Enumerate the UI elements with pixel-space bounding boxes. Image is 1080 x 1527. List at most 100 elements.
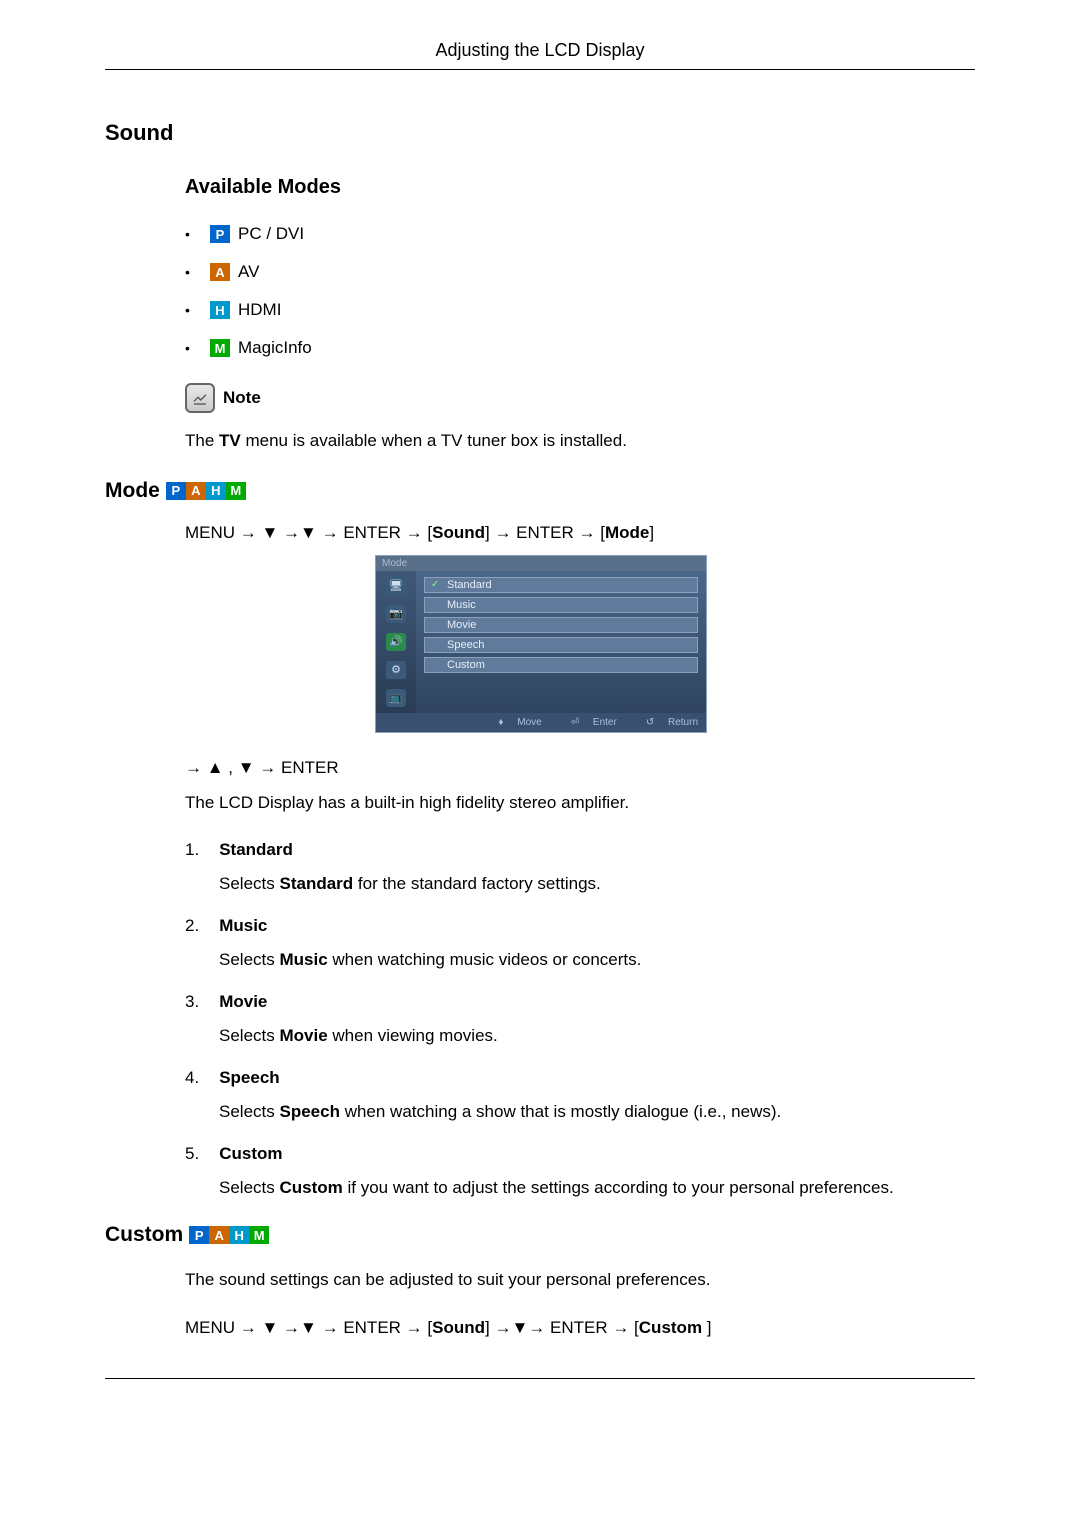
mode-label: AV <box>238 262 259 282</box>
osd-main: ✓Standard Music Movie Speech Custom <box>416 571 706 713</box>
desc-bold: Custom <box>279 1178 342 1197</box>
path-mid: ] →▼→ ENTER → [ <box>485 1318 639 1337</box>
osd-option-label: Music <box>447 599 476 611</box>
mode-nav-line: → ▲ , ▼ → ENTER <box>185 758 975 778</box>
osd-sidebar: 🖥 📷 🔊 ⚙ 📺 <box>376 571 416 713</box>
desc-pre: Selects <box>219 1102 279 1121</box>
badge-m-icon: M <box>226 482 246 500</box>
desc-post: when watching a show that is mostly dial… <box>340 1102 781 1121</box>
custom-intro: The sound settings can be adjusted to su… <box>185 1267 975 1293</box>
badge-m-icon: M <box>210 339 230 357</box>
mode-item-hdmi: • H HDMI <box>185 300 975 320</box>
section-sound-heading: Sound <box>105 120 975 146</box>
mode-heading: Mode P A H M <box>105 479 975 503</box>
item-desc: Selects Music when watching music videos… <box>219 950 975 970</box>
check-icon: ✓ <box>431 579 441 590</box>
footer-divider <box>105 1378 975 1379</box>
page-header: Adjusting the LCD Display <box>105 40 975 70</box>
desc-post: for the standard factory settings. <box>353 874 601 893</box>
item-number: 5 <box>185 1144 199 1164</box>
item-title: Music <box>219 916 267 936</box>
osd-title: Mode <box>376 556 706 571</box>
bullet-icon: • <box>185 302 210 318</box>
osd-option: Custom <box>424 657 698 673</box>
path-mode: Mode <box>605 523 649 542</box>
osd-footer-return: ↺ Return <box>635 717 698 728</box>
badge-p-icon: P <box>210 225 230 243</box>
mode-label: MagicInfo <box>238 338 312 358</box>
item-desc: Selects Speech when watching a show that… <box>219 1102 975 1122</box>
note-label: Note <box>223 388 261 408</box>
desc-pre: Selects <box>219 874 279 893</box>
badge-a-icon: A <box>210 263 230 281</box>
osd-panel: Mode 🖥 📷 🔊 ⚙ 📺 ✓Standard Music Movie Spe… <box>375 555 707 733</box>
note-text-suffix: menu is available when a TV tuner box is… <box>241 431 627 450</box>
bullet-icon: • <box>185 264 210 280</box>
mode-item-pc: • P PC / DVI <box>185 224 975 244</box>
list-item: 2 Music Selects Music when watching musi… <box>185 916 975 970</box>
item-number: 2 <box>185 916 199 936</box>
path-prefix: MENU → ▼ →▼ → ENTER → [ <box>185 523 432 542</box>
item-desc: Selects Standard for the standard factor… <box>219 874 975 894</box>
mode-item-av: • A AV <box>185 262 975 282</box>
document-page: Adjusting the LCD Display Sound Availabl… <box>0 0 1080 1439</box>
list-item: 1 Standard Selects Standard for the stan… <box>185 840 975 894</box>
mode-badges: P A H M <box>166 482 246 500</box>
item-title: Speech <box>219 1068 279 1088</box>
badge-h-icon: H <box>210 301 230 319</box>
path-suffix: ] <box>649 523 654 542</box>
note-text-bold: TV <box>219 431 241 450</box>
desc-post: when watching music videos or concerts. <box>328 950 642 969</box>
path-sound: Sound <box>432 523 485 542</box>
desc-bold: Music <box>279 950 327 969</box>
badge-p-icon: P <box>189 1226 209 1244</box>
item-number: 1 <box>185 840 199 860</box>
item-number: 4 <box>185 1068 199 1088</box>
badge-h-icon: H <box>229 1226 249 1244</box>
osd-tab-icon: 📺 <box>386 689 406 707</box>
list-item: 3 Movie Selects Movie when viewing movie… <box>185 992 975 1046</box>
path-suffix: ] <box>707 1318 712 1337</box>
item-number: 3 <box>185 992 199 1012</box>
desc-bold: Movie <box>279 1026 327 1045</box>
list-item: 4 Speech Selects Speech when watching a … <box>185 1068 975 1122</box>
osd-footer-move-label: Move <box>506 717 541 728</box>
mode-options-list: 1 Standard Selects Standard for the stan… <box>185 840 975 1198</box>
mode-menu-path: MENU → ▼ →▼ → ENTER → [Sound] → ENTER → … <box>185 523 975 543</box>
badge-a-icon: A <box>209 1226 229 1244</box>
badge-h-icon: H <box>206 482 226 500</box>
mode-label: PC / DVI <box>238 224 304 244</box>
osd-footer-enter: ⏎ Enter <box>560 717 617 728</box>
osd-screenshot: Mode 🖥 📷 🔊 ⚙ 📺 ✓Standard Music Movie Spe… <box>375 555 975 733</box>
osd-footer: ♦ Move ⏎ Enter ↺ Return <box>376 713 706 732</box>
badge-p-icon: P <box>166 482 186 500</box>
item-title: Custom <box>219 1144 282 1164</box>
note-text: The TV menu is available when a TV tuner… <box>185 428 975 454</box>
note-icon <box>185 383 215 413</box>
available-modes-heading: Available Modes <box>185 176 975 199</box>
osd-option-label: Movie <box>447 619 476 631</box>
path-prefix: MENU → ▼ →▼ → ENTER → [ <box>185 1318 432 1337</box>
osd-option: Movie <box>424 617 698 633</box>
desc-pre: Selects <box>219 1026 279 1045</box>
osd-option: Speech <box>424 637 698 653</box>
path-sound: Sound <box>432 1318 485 1337</box>
custom-badges: P A H M <box>189 1226 269 1244</box>
osd-option: Music <box>424 597 698 613</box>
osd-footer-move: ♦ Move <box>487 717 541 728</box>
mode-item-magicinfo: • M MagicInfo <box>185 338 975 358</box>
osd-option-label: Speech <box>447 639 484 651</box>
osd-footer-enter-label: Enter <box>582 717 617 728</box>
desc-post: when viewing movies. <box>328 1026 498 1045</box>
bullet-icon: • <box>185 340 210 356</box>
available-modes-list: • P PC / DVI • A AV • H HDMI • M MagicIn… <box>185 224 975 358</box>
osd-tab-icon: 📷 <box>386 605 406 623</box>
desc-post: if you want to adjust the settings accor… <box>343 1178 894 1197</box>
osd-body: 🖥 📷 🔊 ⚙ 📺 ✓Standard Music Movie Speech C… <box>376 571 706 713</box>
note-row: Note <box>185 383 975 413</box>
osd-footer-return-label: Return <box>657 717 698 728</box>
item-desc: Selects Movie when viewing movies. <box>219 1026 975 1046</box>
mode-label: HDMI <box>238 300 281 320</box>
item-title: Movie <box>219 992 267 1012</box>
note-text-prefix: The <box>185 431 219 450</box>
